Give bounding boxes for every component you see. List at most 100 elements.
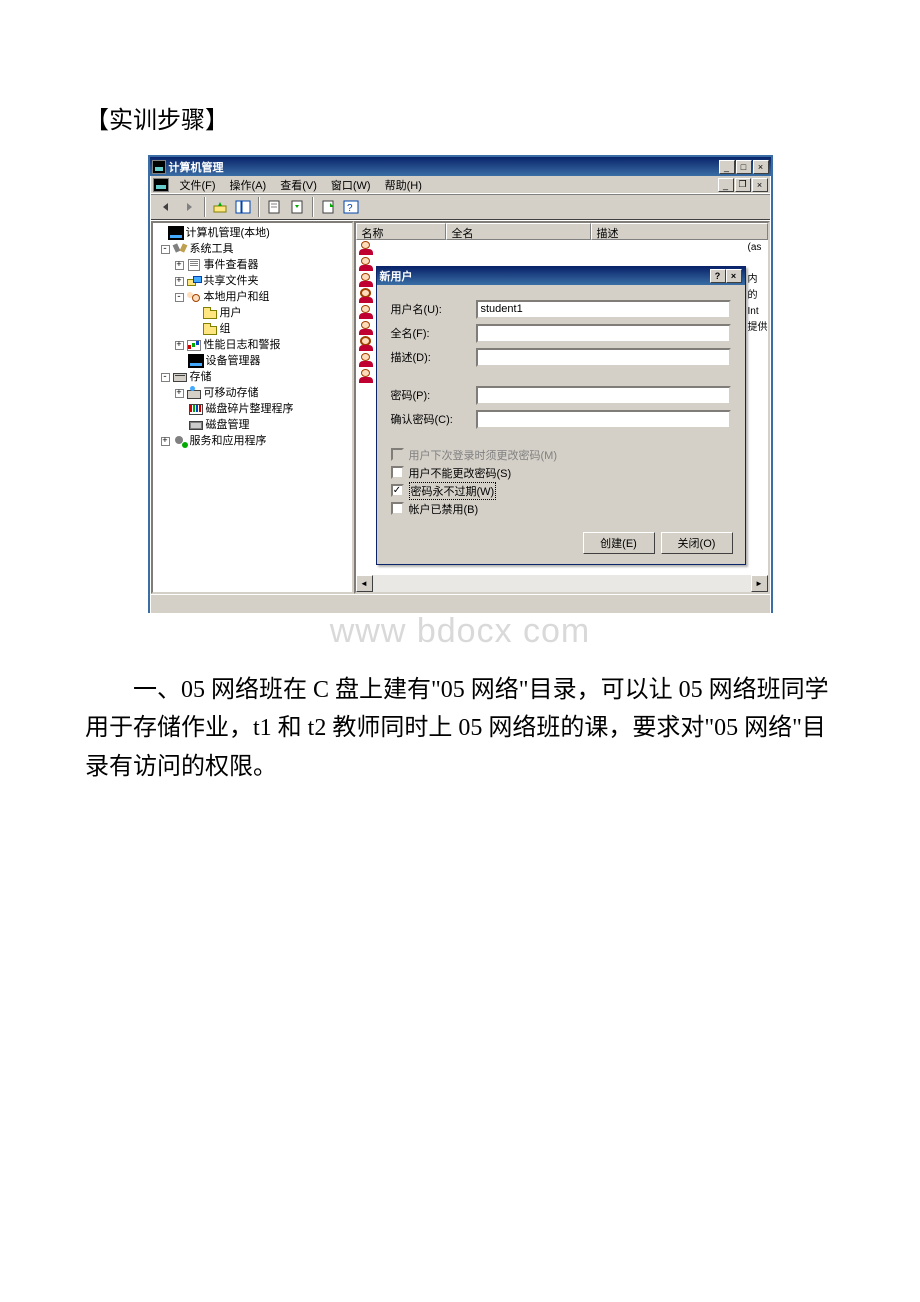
dialog-titlebar[interactable]: 新用户 ? × — [377, 267, 745, 285]
tree-root[interactable]: 计算机管理(本地) — [186, 227, 270, 239]
list-header: 名称 全名 描述 — [356, 223, 768, 240]
tree-storage[interactable]: 存储 — [190, 371, 212, 383]
username-input[interactable] — [476, 300, 731, 319]
tree-defrag[interactable]: 磁盘碎片整理程序 — [206, 403, 294, 415]
tree-groups[interactable]: 组 — [220, 323, 231, 335]
mdi-minimize-button[interactable]: _ — [718, 178, 734, 192]
tree-pane[interactable]: 计算机管理(本地) - 系统工具 + 事件查看器 + 共享文件夹 - 本地用户和组 用户… — [151, 221, 354, 594]
create-button[interactable]: 创建(E) — [583, 532, 655, 554]
disk-management-icon — [188, 418, 204, 432]
page-heading: 【实训步骤】 — [85, 100, 835, 135]
nav-forward-button[interactable] — [178, 196, 200, 218]
menu-view[interactable]: 查看(V) — [273, 177, 324, 193]
defrag-icon — [188, 402, 204, 416]
device-manager-icon — [188, 354, 204, 368]
expand-icon[interactable]: + — [175, 277, 184, 286]
tree-event[interactable]: 事件查看器 — [204, 259, 259, 271]
tree-shared[interactable]: 共享文件夹 — [204, 275, 259, 287]
description-input[interactable] — [476, 348, 731, 367]
user-icon — [358, 305, 374, 319]
collapse-icon[interactable]: - — [161, 373, 170, 382]
local-users-groups-icon — [186, 290, 202, 304]
menu-help[interactable]: 帮助(H) — [378, 177, 429, 193]
maximize-button[interactable]: □ — [736, 160, 752, 174]
label-fullname: 全名(F): — [391, 325, 476, 341]
tree-removable[interactable]: 可移动存储 — [204, 387, 259, 399]
col-description[interactable]: 描述 — [591, 223, 768, 240]
titlebar[interactable]: 计算机管理 _ □ × — [150, 157, 771, 176]
tree-localug[interactable]: 本地用户和组 — [204, 291, 270, 303]
up-button[interactable] — [209, 196, 231, 218]
never-expire-checkbox[interactable]: ✓ — [391, 484, 404, 497]
scroll-right-button[interactable]: ► — [751, 575, 768, 592]
tools-icon — [172, 242, 188, 256]
scroll-left-button[interactable]: ◄ — [356, 575, 373, 592]
user-row[interactable] — [356, 240, 768, 256]
export-button[interactable] — [317, 196, 339, 218]
computer-icon — [168, 226, 184, 240]
event-viewer-icon — [186, 258, 202, 272]
close-button[interactable]: × — [753, 160, 769, 174]
label-password: 密码(P): — [391, 387, 476, 403]
password-input[interactable] — [476, 386, 731, 405]
user-icon — [358, 241, 374, 255]
dialog-help-button[interactable]: ? — [710, 269, 726, 283]
cannot-change-checkbox[interactable] — [391, 466, 404, 479]
services-apps-icon — [172, 434, 188, 448]
nav-back-button[interactable] — [155, 196, 177, 218]
mdi-restore-button[interactable]: ❐ — [735, 178, 751, 192]
expand-icon[interactable]: + — [175, 389, 184, 398]
dialog-close-button[interactable]: × — [726, 269, 742, 283]
performance-icon — [186, 338, 202, 352]
collapse-icon[interactable]: - — [175, 293, 184, 302]
horizontal-scrollbar[interactable]: ◄ ► — [356, 575, 768, 592]
refresh-button[interactable] — [286, 196, 308, 218]
properties-button[interactable] — [263, 196, 285, 218]
tree-users[interactable]: 用户 — [220, 307, 242, 319]
menu-window[interactable]: 窗口(W) — [324, 177, 378, 193]
toolbar: ? — [151, 194, 770, 220]
label-disabled: 帐户已禁用(B) — [409, 501, 479, 517]
collapse-icon[interactable]: - — [161, 245, 170, 254]
user-icon — [358, 369, 374, 383]
menubar: 文件(F) 操作(A) 查看(V) 窗口(W) 帮助(H) _ ❐ × — [151, 176, 770, 194]
fullname-input[interactable] — [476, 324, 731, 343]
label-must-change: 用户下次登录时须更改密码(M) — [409, 447, 558, 463]
disabled-checkbox[interactable] — [391, 502, 404, 515]
new-user-dialog: 新用户 ? × 用户名(U): 全名(F): 描述(D): 密码(P): 确认密… — [376, 266, 746, 565]
expand-icon[interactable]: + — [175, 341, 184, 350]
partial-text: (as 内 的 Int 提供 — [748, 240, 768, 336]
expand-icon[interactable]: + — [175, 261, 184, 270]
minimize-button[interactable]: _ — [719, 160, 735, 174]
tree-services[interactable]: 服务和应用程序 — [190, 435, 267, 447]
storage-icon — [172, 370, 188, 384]
tree-diskmgr[interactable]: 磁盘管理 — [206, 419, 250, 431]
close-dialog-button[interactable]: 关闭(O) — [661, 532, 733, 554]
label-username: 用户名(U): — [391, 301, 476, 317]
svg-text:?: ? — [347, 203, 353, 214]
confirm-password-input[interactable] — [476, 410, 731, 429]
menu-file[interactable]: 文件(F) — [173, 177, 223, 193]
folder-icon — [202, 322, 218, 336]
menu-action[interactable]: 操作(A) — [223, 177, 274, 193]
watermark: www bdocx com — [85, 612, 835, 651]
col-fullname[interactable]: 全名 — [446, 223, 591, 240]
show-hide-tree-button[interactable] — [232, 196, 254, 218]
label-description: 描述(D): — [391, 349, 476, 365]
tree-systools[interactable]: 系统工具 — [190, 243, 234, 255]
tree-perf[interactable]: 性能日志和警报 — [204, 339, 281, 351]
must-change-checkbox — [391, 448, 404, 461]
user-icon — [358, 321, 374, 335]
help-button[interactable]: ? — [340, 196, 362, 218]
expand-icon[interactable]: + — [161, 437, 170, 446]
mmc-window: 计算机管理 _ □ × 文件(F) 操作(A) 查看(V) 窗口(W) 帮助(H… — [148, 155, 773, 613]
label-never-expire: 密码永不过期(W) — [409, 482, 497, 500]
user-icon — [358, 273, 374, 287]
body-paragraph: 一、05 网络班在 C 盘上建有"05 网络"目录，可以让 05 网络班同学用于… — [85, 671, 835, 786]
col-name[interactable]: 名称 — [356, 223, 446, 240]
removable-storage-icon — [186, 386, 202, 400]
mdi-close-button[interactable]: × — [752, 178, 768, 192]
tree-devmgr[interactable]: 设备管理器 — [206, 355, 261, 367]
shared-folders-icon — [186, 274, 202, 288]
app-icon — [152, 160, 166, 174]
